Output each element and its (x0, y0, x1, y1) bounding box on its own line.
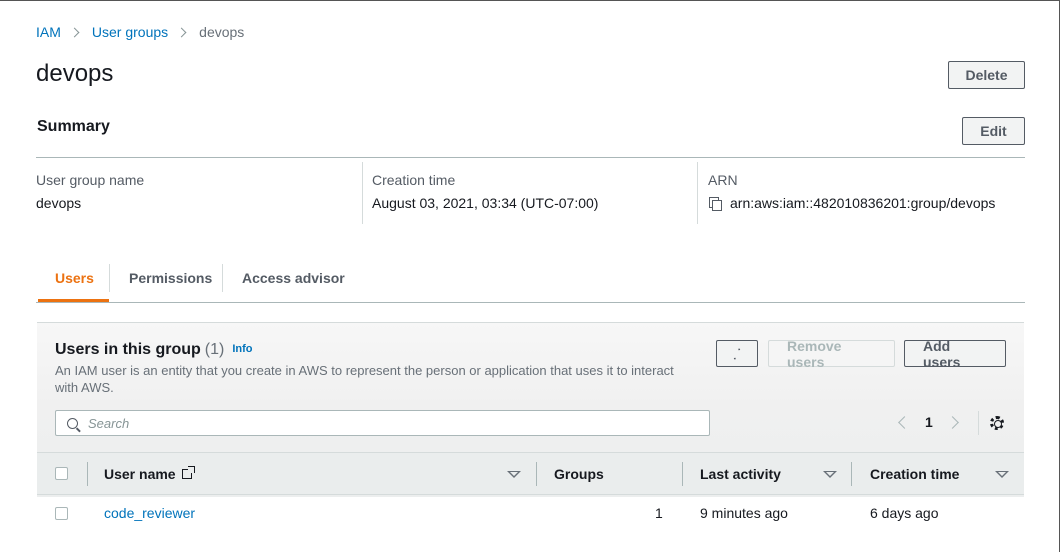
column-header-user-name[interactable]: User name (104, 453, 195, 495)
arn-value: arn:aws:iam::482010836201:group/devops (730, 195, 996, 211)
tab-divider (109, 264, 110, 292)
tab-permissions[interactable]: Permissions (129, 254, 212, 302)
refresh-icon (732, 347, 742, 360)
field-value: devops (36, 195, 82, 211)
edit-button[interactable]: Edit (962, 117, 1025, 145)
breadcrumb-current: devops (199, 24, 245, 40)
tab-users[interactable]: Users (55, 254, 94, 302)
delete-button[interactable]: Delete (948, 61, 1025, 89)
breadcrumb-iam-link[interactable]: IAM (36, 24, 61, 40)
field-value: arn:aws:iam::482010836201:group/devops (708, 195, 995, 211)
summary-title: Summary (37, 118, 110, 135)
field-label: ARN (708, 172, 738, 188)
column-divider (682, 462, 683, 486)
breadcrumb: IAM User groups devops (36, 24, 244, 40)
field-label: User group name (36, 172, 145, 188)
external-link-icon (181, 466, 195, 479)
panel-title: Users in this group (1) Info (55, 341, 253, 359)
sort-caret-icon[interactable] (507, 471, 521, 478)
summary-field-group-name: User group name devops (36, 162, 356, 224)
user-count: (1) (204, 341, 225, 358)
sort-caret-icon[interactable] (823, 471, 837, 478)
panel-title-text: Users in this group (55, 341, 201, 358)
search-input[interactable] (88, 415, 688, 431)
chevron-right-icon (176, 27, 187, 37)
refresh-button[interactable] (716, 340, 758, 367)
select-all-checkbox[interactable] (55, 467, 68, 480)
field-value: August 03, 2021, 03:34 (UTC-07:00) (372, 195, 599, 211)
copy-icon[interactable] (708, 196, 722, 211)
chevron-right-icon (69, 27, 80, 37)
groups-count: 1 (655, 505, 663, 521)
summary-field-arn: ARN arn:aws:iam::482010836201:group/devo… (708, 162, 1028, 224)
gear-icon[interactable] (990, 416, 1004, 430)
column-header-groups[interactable]: Groups (554, 453, 604, 495)
page-title: devops (36, 60, 114, 87)
info-link[interactable]: Info (232, 343, 252, 355)
pager-divider (978, 411, 979, 435)
tab-divider (222, 264, 223, 292)
active-tab-indicator (38, 299, 109, 302)
field-label: Creation time (372, 172, 456, 188)
sort-caret-icon[interactable] (995, 471, 1009, 478)
summary-field-creation-time: Creation time August 03, 2021, 03:34 (UT… (372, 162, 692, 224)
user-name-link[interactable]: code_reviewer (104, 505, 195, 521)
page-number[interactable]: 1 (925, 414, 933, 430)
column-divider (87, 462, 88, 486)
tab-access-advisor[interactable]: Access advisor (242, 254, 345, 302)
breadcrumb-user-groups-link[interactable]: User groups (92, 24, 168, 40)
column-header-creation-time[interactable]: Creation time (870, 453, 959, 495)
panel-description: An IAM user is an entity that you create… (55, 363, 674, 395)
creation-time: 6 days ago (870, 505, 939, 521)
search-icon (67, 417, 78, 429)
remove-users-button[interactable]: Remove users (768, 338, 895, 370)
table-header: User name Groups Last activity Creation … (37, 452, 1024, 495)
column-divider (362, 162, 363, 224)
search-field[interactable] (55, 410, 710, 436)
summary-divider (36, 157, 1025, 158)
column-label: User name (104, 466, 176, 482)
column-header-last-activity[interactable]: Last activity (700, 453, 781, 495)
column-divider (851, 462, 852, 486)
column-divider (697, 162, 698, 224)
row-checkbox[interactable] (55, 507, 68, 520)
tab-bar: Users Permissions Access advisor (36, 254, 1025, 303)
last-activity: 9 minutes ago (700, 505, 788, 521)
column-divider (536, 462, 537, 486)
add-users-button[interactable]: Add users (904, 338, 1006, 370)
